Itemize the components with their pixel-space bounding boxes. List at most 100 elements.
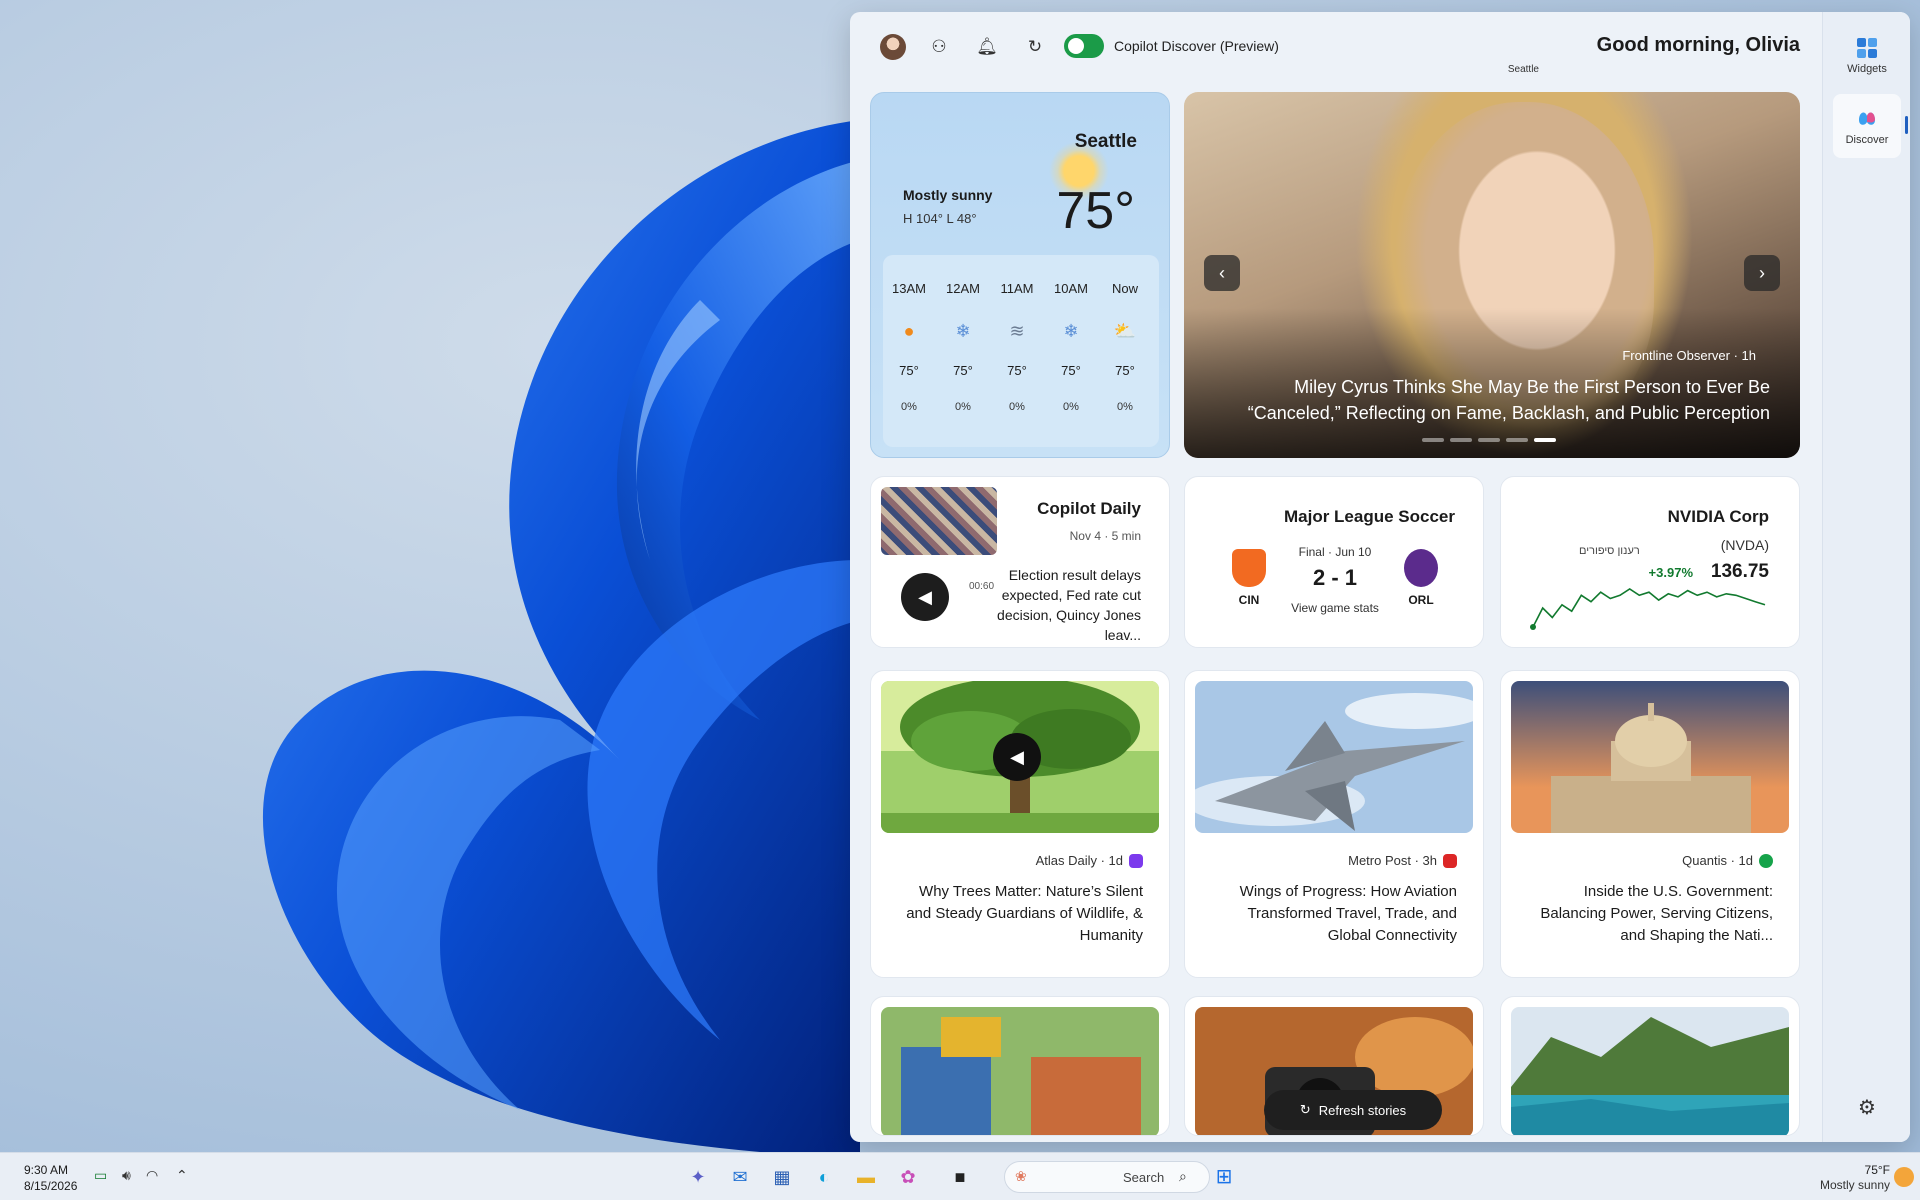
refresh-stories-button[interactable]: ↻ Refresh stories bbox=[1264, 1090, 1442, 1130]
news-card[interactable] bbox=[870, 996, 1170, 1136]
file-explorer-icon[interactable]: ▬ bbox=[850, 1161, 882, 1193]
copilot-daily-meta: Nov 4 · 5 min bbox=[1069, 529, 1141, 543]
weather-card[interactable]: Seattle 75° Mostly sunny H 104° L 48° 13… bbox=[870, 92, 1170, 458]
forecast-precip: 0% bbox=[1009, 401, 1025, 413]
previous-arrow-icon[interactable]: ‹ bbox=[1204, 255, 1240, 291]
forecast-precip: 0% bbox=[1117, 401, 1133, 413]
bell-icon[interactable]: 🔔︎ bbox=[976, 36, 998, 58]
rail-item-label: Discover bbox=[1845, 134, 1889, 146]
news-card[interactable] bbox=[1500, 996, 1800, 1136]
news-headline[interactable]: Inside the U.S. Government: Balancing Po… bbox=[1523, 881, 1773, 947]
weather-city: Seattle bbox=[1074, 131, 1137, 152]
rail-item-widgets[interactable]: Widgets bbox=[1833, 24, 1901, 88]
widgets-rail: Widgets Discover ⚙ bbox=[1822, 12, 1910, 1142]
weather-condition: Mostly sunny bbox=[903, 187, 993, 203]
metro-post-logo-icon bbox=[1443, 853, 1457, 868]
carousel-dot[interactable] bbox=[1450, 438, 1472, 442]
carousel-dot[interactable] bbox=[1422, 438, 1444, 442]
edge-icon[interactable]: ◐ bbox=[808, 1161, 840, 1193]
weather-temperature: 75° bbox=[1056, 182, 1135, 240]
rail-item-discover[interactable]: Discover bbox=[1833, 94, 1901, 158]
forecast-col: Now ⛅ 75° 0% bbox=[1099, 255, 1151, 447]
gear-icon[interactable]: ⚙ bbox=[1855, 1096, 1879, 1120]
match-status: Final · Jun 10 bbox=[1298, 545, 1372, 559]
news-headline[interactable]: Why Trees Matter: Nature’s Silent and St… bbox=[893, 881, 1143, 947]
news-image-coast bbox=[1511, 1007, 1789, 1135]
news-source: Quantis · 1d bbox=[1682, 853, 1773, 868]
news-card[interactable]: ◀ Atlas Daily · 1d Why Trees Matter: Nat… bbox=[870, 670, 1170, 978]
stock-sparkline bbox=[1530, 588, 1766, 630]
taskbar-weather-condition[interactable]: Mostly sunny bbox=[1820, 1178, 1890, 1192]
news-source-text: Metro Post · 3h bbox=[1348, 853, 1437, 868]
rail-item-label: Widgets bbox=[1847, 63, 1887, 75]
hero-headline[interactable]: Miley Cyrus Thinks She May Be the First … bbox=[1200, 374, 1770, 426]
play-icon[interactable]: ◀ bbox=[901, 573, 949, 621]
next-arrow-icon[interactable]: › bbox=[1744, 255, 1780, 291]
news-source: Atlas Daily · 1d bbox=[1036, 853, 1143, 868]
forecast-temp: 75° bbox=[953, 363, 973, 378]
stock-card[interactable]: NVIDIA Corp (NVDA) 136.75 +3.97% רענון ס… bbox=[1500, 476, 1800, 648]
play-icon[interactable]: ◀ bbox=[993, 733, 1041, 781]
forecast-time: Now bbox=[1111, 281, 1138, 296]
carousel-dots bbox=[1422, 438, 1556, 442]
copilot-daily-thumbnail bbox=[881, 487, 997, 555]
clock-date[interactable]: 8/15/2026 bbox=[24, 1179, 77, 1193]
carousel-dot[interactable] bbox=[1478, 438, 1500, 442]
carousel-dot-active[interactable] bbox=[1534, 438, 1556, 442]
forecast-time: 11AM bbox=[1000, 281, 1034, 296]
terminal-icon[interactable]: ■ bbox=[944, 1161, 976, 1193]
news-card[interactable]: Metro Post · 3h Wings of Progress: How A… bbox=[1184, 670, 1484, 978]
mail-icon[interactable]: ✉ bbox=[724, 1161, 756, 1193]
forecast-temp: 75° bbox=[1061, 363, 1081, 378]
hero-source: Frontline Observer · 1h bbox=[1622, 348, 1756, 363]
copilot-daily-title: Copilot Daily bbox=[1037, 499, 1141, 518]
partly-sunny-icon: ⛅ bbox=[1113, 321, 1137, 341]
chevron-up-icon[interactable]: ⌃ bbox=[176, 1167, 188, 1184]
start-icon[interactable]: ⊞ bbox=[1208, 1161, 1240, 1193]
forecast-time: 13AM bbox=[892, 281, 926, 296]
snow-cloud-icon: ❄ bbox=[955, 321, 971, 341]
news-source-text: Atlas Daily · 1d bbox=[1035, 853, 1123, 868]
refresh-icon: ↻ bbox=[1299, 1102, 1311, 1117]
forecast-col: 10AM ❄ 75° 0% bbox=[1045, 255, 1097, 447]
news-card[interactable]: Quantis · 1d Inside the U.S. Government:… bbox=[1500, 670, 1800, 978]
orl-crest-icon bbox=[1404, 549, 1438, 587]
copilot-app-icon[interactable]: ✿ bbox=[892, 1161, 924, 1193]
greeting-title: Good morning, Olivia bbox=[1596, 34, 1800, 56]
atlas-daily-logo-icon bbox=[1129, 853, 1143, 868]
hero-story-card[interactable]: ‹ › Frontline Observer · 1h Miley Cyrus … bbox=[1184, 92, 1800, 458]
stock-name: NVIDIA Corp bbox=[1667, 507, 1769, 526]
store-icon[interactable]: ▦ bbox=[766, 1161, 798, 1193]
people-icon[interactable]: ⚇ bbox=[928, 36, 950, 58]
refresh-icon[interactable]: ↻ bbox=[1024, 36, 1046, 58]
avatar[interactable] bbox=[880, 34, 906, 60]
copilot-daily-card[interactable]: Copilot Daily Nov 4 · 5 min Election res… bbox=[870, 476, 1170, 648]
taskbar-search[interactable]: Search ⌕ ❀ bbox=[1004, 1161, 1210, 1193]
carousel-dot[interactable] bbox=[1506, 438, 1528, 442]
game-stats-link[interactable]: View game stats bbox=[1285, 601, 1385, 615]
clock-time[interactable]: 9:30 AM bbox=[24, 1163, 68, 1177]
news-source-text: Quantis · 1d bbox=[1682, 853, 1753, 868]
battery-icon[interactable]: ▭ bbox=[94, 1167, 107, 1184]
taskbar-weather-temp[interactable]: 75°F bbox=[1865, 1163, 1890, 1177]
copilot-daily-duration: 00:60 bbox=[969, 581, 995, 592]
copilot-discover-toggle[interactable] bbox=[1064, 34, 1104, 58]
teams-icon[interactable]: ✦ bbox=[682, 1161, 714, 1193]
forecast-temp: 75° bbox=[899, 363, 919, 378]
wifi-icon[interactable]: ◠ bbox=[146, 1167, 158, 1184]
cin-crest-icon bbox=[1232, 549, 1266, 587]
forecast-precip: 0% bbox=[1063, 401, 1079, 413]
forecast-precip: 0% bbox=[955, 401, 971, 413]
taskbar: 9:30 AM 8/15/2026 ▭ 🔊︎ ◠ ⌃ ✦ ✉ ▦ ◐ ▬ ✿ ■… bbox=[0, 1152, 1920, 1200]
rail-active-indicator bbox=[1905, 116, 1908, 134]
forecast-precip: 0% bbox=[901, 401, 917, 413]
sun-icon[interactable] bbox=[1894, 1167, 1914, 1187]
soccer-score-card[interactable]: Major League Soccer CIN Final · Jun 10 2… bbox=[1184, 476, 1484, 648]
sun-icon: ● bbox=[903, 321, 915, 341]
news-headline[interactable]: Wings of Progress: How Aviation Transfor… bbox=[1207, 881, 1457, 947]
copilot-daily-summary: Election result delays expected, Fed rat… bbox=[997, 567, 1141, 643]
forecast-col: 11AM ≋ 75° 0% bbox=[991, 255, 1043, 447]
volume-icon[interactable]: 🔊︎ bbox=[122, 1167, 131, 1184]
hourly-forecast: 13AM ● 75° 0% 12AM ❄ 75° 0% 11AM ≋ 75° 0… bbox=[883, 255, 1159, 447]
toggle-knob bbox=[1068, 38, 1084, 54]
